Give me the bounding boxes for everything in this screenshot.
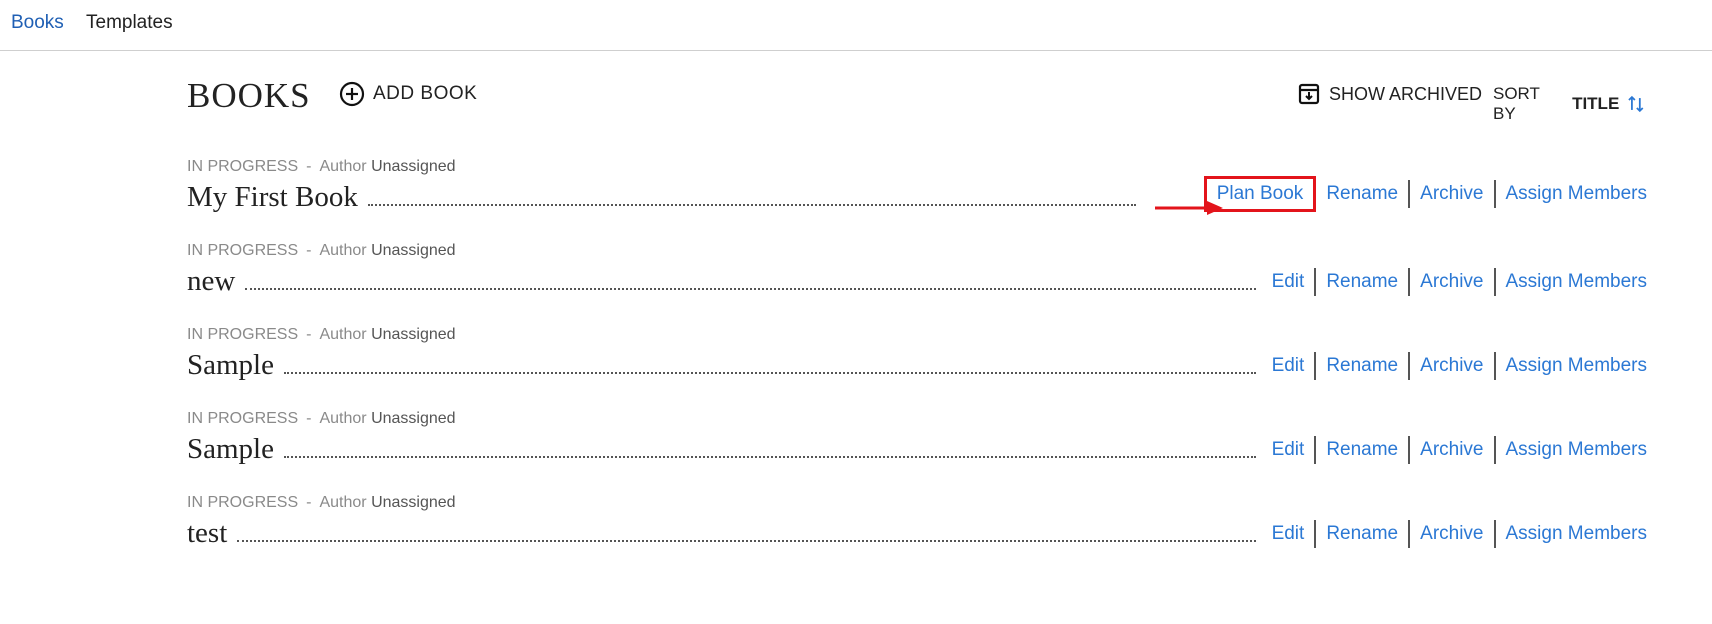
book-meta: IN PROGRESS - Author Unassigned (187, 242, 456, 259)
edit-button[interactable]: Edit (1262, 271, 1315, 293)
author-value: Unassigned (371, 494, 456, 511)
book-meta: IN PROGRESS - Author Unassigned (187, 410, 456, 427)
book-actions: Edit Rename Archive Assign Members (1256, 268, 1647, 296)
book-status: IN PROGRESS (187, 494, 299, 511)
show-archived-label: SHOW ARCHIVED (1329, 83, 1483, 104)
book-title: new (187, 265, 236, 297)
book-row: IN PROGRESS - Author Unassigned My First B… (187, 156, 1647, 240)
book-meta: IN PROGRESS - Author Unassigned (187, 326, 456, 343)
rename-button[interactable]: Rename (1316, 355, 1408, 377)
archive-button[interactable]: Archive (1410, 523, 1493, 545)
book-title: test (187, 517, 228, 549)
assign-members-button[interactable]: Assign Members (1496, 523, 1648, 545)
book-actions: Edit Rename Archive Assign Members (1256, 352, 1647, 380)
sort-control: SORT BY TITLE (1493, 84, 1647, 124)
book-row: IN PROGRESS - Author Unassigned Sample Edi… (187, 408, 1647, 492)
assign-members-button[interactable]: Assign Members (1496, 183, 1648, 205)
dotted-leader (367, 204, 1136, 206)
dotted-leader (284, 372, 1256, 374)
book-title-line: Sample Edit Rename Archive Assign Member… (187, 346, 1647, 382)
book-title: Sample (187, 433, 274, 465)
author-value: Unassigned (371, 242, 456, 259)
book-status: IN PROGRESS (187, 326, 299, 343)
book-row: IN PROGRESS - Author Unassigned new Edit R… (187, 240, 1647, 324)
author-label: Author (319, 326, 367, 343)
edit-button[interactable]: Edit (1262, 439, 1315, 461)
edit-button[interactable]: Edit (1262, 355, 1315, 377)
nav-item-books[interactable]: Books (11, 12, 64, 34)
annotation-arrow-icon (1155, 201, 1223, 215)
book-list: IN PROGRESS - Author Unassigned My First B… (187, 156, 1647, 576)
rename-button[interactable]: Rename (1316, 271, 1408, 293)
author-label: Author (319, 242, 367, 259)
edit-button[interactable]: Edit (1262, 523, 1315, 545)
archive-button[interactable]: Archive (1410, 183, 1493, 205)
author-value: Unassigned (371, 410, 456, 427)
book-meta: IN PROGRESS - Author Unassigned (187, 158, 456, 175)
book-title: Sample (187, 349, 274, 381)
book-row: IN PROGRESS - Author Unassigned Sample Edi… (187, 324, 1647, 408)
rename-button[interactable]: Rename (1316, 523, 1408, 545)
plus-circle-icon (339, 81, 365, 107)
books-header: BOOKS ADD BOOK SHOW ARCHIVED SORT BY TIT… (187, 76, 1647, 123)
book-actions: Edit Rename Archive Assign Members (1256, 436, 1647, 464)
rename-button[interactable]: Rename (1316, 183, 1408, 205)
book-title: My First Book (187, 181, 358, 213)
book-meta: IN PROGRESS - Author Unassigned (187, 494, 456, 511)
book-actions: Plan Book Rename Archive Assign Members (1198, 176, 1647, 212)
book-title-line: test Edit Rename Archive Assign Members (187, 514, 1647, 550)
archive-button[interactable]: Archive (1410, 439, 1493, 461)
author-label: Author (319, 158, 367, 175)
sort-arrows-icon[interactable] (1625, 93, 1647, 115)
archive-button[interactable]: Archive (1410, 271, 1493, 293)
book-status: IN PROGRESS (187, 242, 299, 259)
assign-members-button[interactable]: Assign Members (1496, 439, 1648, 461)
book-status: IN PROGRESS (187, 410, 299, 427)
sort-field: TITLE (1572, 94, 1620, 113)
book-actions: Edit Rename Archive Assign Members (1256, 520, 1647, 548)
book-title-line: new Edit Rename Archive Assign Members (187, 262, 1647, 298)
page-title: BOOKS (187, 76, 311, 115)
top-navigation: Books Templates (0, 0, 1712, 51)
assign-members-button[interactable]: Assign Members (1496, 355, 1648, 377)
assign-members-button[interactable]: Assign Members (1496, 271, 1648, 293)
nav-item-templates[interactable]: Templates (86, 12, 173, 34)
book-row: IN PROGRESS - Author Unassigned test Edit … (187, 492, 1647, 576)
author-label: Author (319, 494, 367, 511)
dotted-leader (245, 288, 1256, 290)
dotted-leader (284, 456, 1256, 458)
book-title-line: Sample Edit Rename Archive Assign Member… (187, 430, 1647, 466)
archive-button[interactable]: Archive (1410, 355, 1493, 377)
archive-box-icon (1298, 83, 1320, 105)
author-value: Unassigned (371, 326, 456, 343)
sort-prefix: SORT BY (1493, 84, 1540, 123)
book-title-line: My First Book Plan Book Rename Archive A… (187, 176, 1647, 214)
rename-button[interactable]: Rename (1316, 439, 1408, 461)
show-archived-button[interactable]: SHOW ARCHIVED (1297, 82, 1482, 106)
add-book-button[interactable]: ADD BOOK (339, 81, 477, 107)
author-label: Author (319, 410, 367, 427)
book-status: IN PROGRESS (187, 158, 299, 175)
dotted-leader (237, 540, 1256, 542)
add-book-label: ADD BOOK (373, 83, 478, 104)
author-value: Unassigned (371, 158, 456, 175)
